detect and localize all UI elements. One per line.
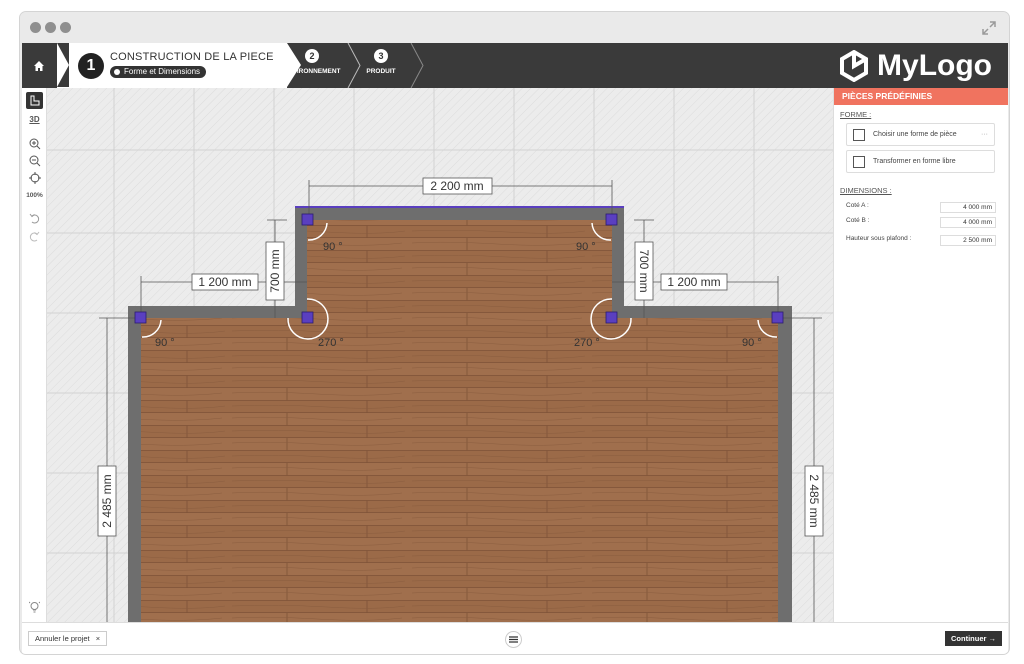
- close-icon: ×: [95, 634, 101, 643]
- corner-handle[interactable]: [771, 311, 784, 324]
- cancel-project-label: Annuler le projet: [35, 634, 90, 643]
- undo-button[interactable]: [26, 210, 43, 227]
- window-zoom-dot[interactable]: [60, 22, 71, 33]
- shape-icon: [853, 128, 865, 141]
- zoom-in-icon: [29, 138, 40, 149]
- angle-top-left: 90 °: [323, 241, 343, 253]
- floorplan-svg[interactable]: 2 200 mm 1 200 mm 1 200 mm 700 mm 700 mm…: [47, 88, 833, 622]
- dimension-top-width-label: 2 200 mm: [430, 179, 483, 193]
- more-icon: ···: [981, 131, 988, 138]
- zoom-out-icon: [29, 155, 40, 166]
- zoom-out-button[interactable]: [26, 152, 43, 169]
- title-bar: [20, 12, 1009, 43]
- side-b-input[interactable]: 4 000 mm: [940, 217, 996, 228]
- crosshair-icon: [28, 171, 41, 184]
- cancel-project-button[interactable]: Annuler le projet ×: [28, 631, 108, 646]
- step-1-title: CONSTRUCTION DE LA PIECE: [110, 51, 274, 63]
- angle-inner-right: 270 °: [574, 337, 600, 349]
- fullscreen-icon[interactable]: [981, 20, 997, 36]
- dimensions-label: DIMENSIONS :: [840, 186, 892, 195]
- redo-icon: [29, 231, 40, 242]
- zoom-level: 100%: [26, 192, 43, 199]
- dimension-right-height[interactable]: 2 485 mm: [804, 465, 824, 537]
- step-1-number: 1: [78, 53, 104, 79]
- dimension-left-height-label: 2 485 mm: [100, 474, 114, 527]
- step-separator-icon: [410, 43, 424, 88]
- angle-inner-left: 270 °: [318, 337, 344, 349]
- choose-shape-button[interactable]: Choisir une forme de pièce ···: [846, 123, 995, 146]
- right-panel: PIÈCES PRÉDÉFINIES FORME : Choisir une f…: [833, 88, 1008, 622]
- step-2-title: ENVIRONNEMENT: [283, 68, 341, 75]
- floorplan-icon: [30, 95, 40, 106]
- free-shape-icon: [853, 155, 865, 168]
- window-minimize-dot[interactable]: [45, 22, 56, 33]
- choose-shape-label: Choisir une forme de pièce: [873, 131, 957, 138]
- redo-button[interactable]: [26, 228, 43, 245]
- dimension-left-arm-width[interactable]: 1 200 mm: [191, 273, 259, 291]
- floorplan-canvas[interactable]: 2 200 mm 1 200 mm 1 200 mm 700 mm 700 mm…: [47, 88, 833, 622]
- corner-handle[interactable]: [134, 311, 147, 324]
- ceiling-height-label: Hauteur sous plafond :: [846, 235, 912, 242]
- side-a-row: Coté A : 4 000 mm: [846, 202, 996, 214]
- left-toolbar: 3D 100%: [22, 88, 47, 622]
- forme-label: FORME :: [840, 110, 872, 119]
- free-shape-button[interactable]: Transformer en forme libre: [846, 150, 995, 173]
- home-button[interactable]: [22, 43, 56, 88]
- bottom-bar: Annuler le projet × Continuer →: [22, 622, 1008, 654]
- app-window: 1 CONSTRUCTION DE LA PIECE Forme et Dime…: [19, 11, 1010, 655]
- dimension-right-height-label: 2 485 mm: [807, 474, 821, 527]
- recenter-button[interactable]: [26, 169, 43, 186]
- angle-outer-right: 90 °: [742, 337, 762, 349]
- view-3d-button[interactable]: 3D: [26, 111, 43, 128]
- dimension-left-arm-height[interactable]: 700 mm: [265, 241, 285, 301]
- predefined-rooms-header[interactable]: PIÈCES PRÉDÉFINIES: [834, 88, 1008, 105]
- dimension-right-arm-height-label: 700 mm: [637, 249, 651, 292]
- window-close-dot[interactable]: [30, 22, 41, 33]
- step-1-subtitle[interactable]: Forme et Dimensions: [110, 66, 207, 78]
- corner-handle[interactable]: [605, 213, 618, 226]
- side-a-label: Coté A :: [846, 202, 869, 209]
- step-notch: [57, 43, 69, 87]
- side-b-row: Coté B : 4 000 mm: [846, 217, 996, 229]
- dimension-right-arm-width-label: 1 200 mm: [667, 275, 720, 289]
- home-icon: [34, 60, 44, 71]
- corner-handle[interactable]: [605, 311, 618, 324]
- side-a-input[interactable]: 4 000 mm: [940, 202, 996, 213]
- dimension-left-height[interactable]: 2 485 mm: [97, 465, 117, 537]
- dimension-right-arm-height[interactable]: 700 mm: [634, 241, 654, 301]
- ceiling-height-row: Hauteur sous plafond : 2 500 mm: [846, 235, 996, 247]
- logo-hexagon-icon: [840, 50, 869, 82]
- ceiling-height-input[interactable]: 2 500 mm: [940, 235, 996, 246]
- step-3-number: 3: [374, 49, 388, 63]
- side-b-label: Coté B :: [846, 217, 870, 224]
- zoom-in-button[interactable]: [26, 135, 43, 152]
- corner-handle[interactable]: [301, 311, 314, 324]
- hint-button[interactable]: [26, 598, 43, 615]
- top-navigation: 1 CONSTRUCTION DE LA PIECE Forme et Dime…: [22, 43, 1008, 88]
- undo-icon: [29, 213, 40, 224]
- dimension-top-width[interactable]: 2 200 mm: [422, 177, 493, 195]
- angle-outer-left: 90 °: [155, 337, 175, 349]
- corner-handle[interactable]: [301, 213, 314, 226]
- dimension-left-arm-width-label: 1 200 mm: [198, 275, 251, 289]
- lightbulb-icon: [29, 601, 40, 612]
- angle-top-right: 90 °: [576, 241, 596, 253]
- dimension-right-arm-width[interactable]: 1 200 mm: [660, 273, 728, 291]
- hamburger-icon: [509, 636, 518, 643]
- step-2-number: 2: [305, 49, 319, 63]
- dimension-left-arm-height-label: 700 mm: [268, 249, 282, 292]
- plan-view-button[interactable]: [26, 92, 43, 109]
- brand-logo: MyLogo: [839, 49, 992, 83]
- logo-text: MyLogo: [877, 49, 992, 82]
- step-3[interactable]: 3 PRODUIT: [361, 49, 401, 75]
- free-shape-label: Transformer en forme libre: [873, 158, 956, 165]
- menu-button[interactable]: [505, 631, 522, 648]
- step-3-title: PRODUIT: [366, 68, 396, 75]
- continue-button[interactable]: Continuer →: [945, 631, 1002, 646]
- step-2[interactable]: 2 ENVIRONNEMENT: [283, 49, 341, 75]
